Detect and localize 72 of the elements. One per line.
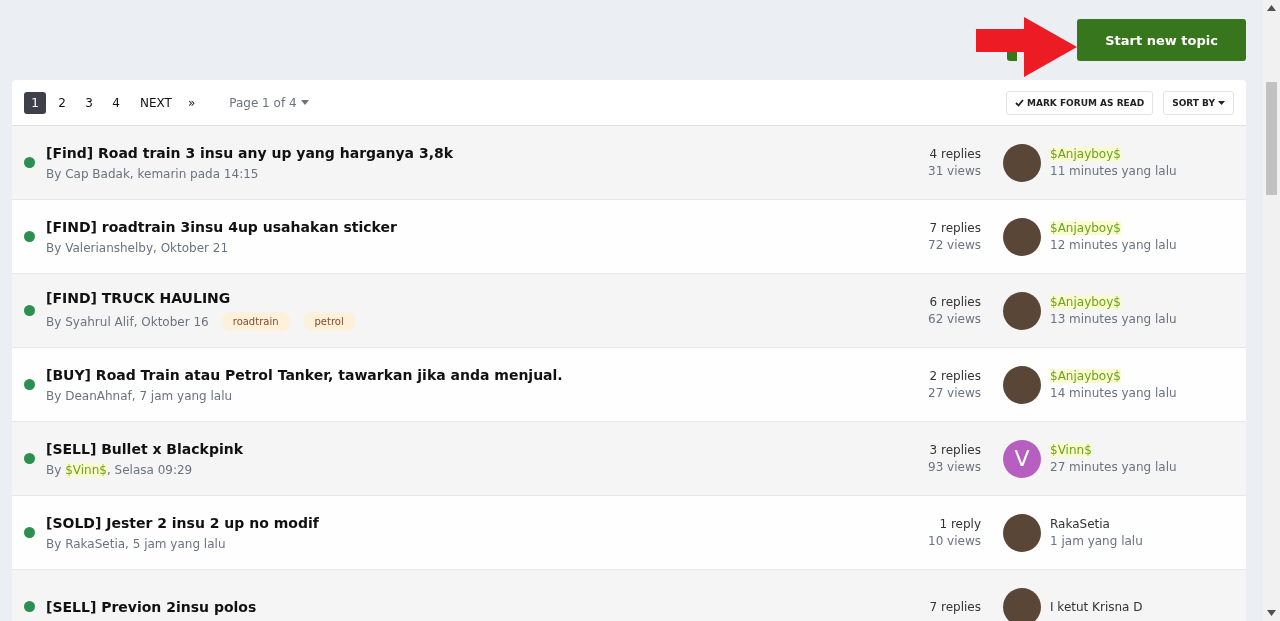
view-count: 62 views bbox=[928, 312, 981, 326]
username-link[interactable]: I ketut Krisna D bbox=[1050, 599, 1143, 614]
check-icon bbox=[1015, 98, 1024, 107]
avatar-photo-placeholder[interactable] bbox=[1003, 365, 1041, 404]
avatar-photo-placeholder[interactable] bbox=[1003, 143, 1041, 182]
post-time: 27 minutes yang lalu bbox=[1050, 460, 1178, 474]
by-label: By bbox=[46, 166, 62, 181]
author-link[interactable]: Cap Badak bbox=[65, 166, 130, 181]
post-time: 12 minutes yang lalu bbox=[1050, 238, 1178, 252]
topic-title[interactable]: [BUY] Road Train atau Petrol Tanker, tawarkan jika anda menjual. bbox=[46, 366, 861, 383]
next-link[interactable]: NEXT bbox=[140, 95, 172, 110]
by-label: By bbox=[46, 388, 62, 403]
page-jump-dropdown[interactable]: Page 1 of 4 bbox=[229, 95, 309, 110]
post-date: , 5 jam yang lalu bbox=[125, 536, 226, 551]
post-date: , kemarin pada 14:15 bbox=[129, 166, 259, 181]
post-date: , 7 jam yang lalu bbox=[131, 388, 233, 403]
post-date: , Oktober 16 bbox=[133, 314, 209, 329]
scroll-up-icon[interactable] bbox=[1267, 5, 1276, 11]
post-date: , Oktober 21 bbox=[153, 240, 229, 255]
page-link[interactable]: 4 bbox=[105, 91, 127, 114]
page-link[interactable]: 3 bbox=[78, 91, 100, 114]
post-time: 11 minutes yang lalu bbox=[1050, 164, 1178, 178]
tag[interactable]: roadtrain bbox=[220, 312, 291, 331]
post-time: 1 jam yang lalu bbox=[1050, 534, 1144, 548]
post-time: 14 minutes yang lalu bbox=[1050, 386, 1178, 400]
last-page-link[interactable]: » bbox=[187, 95, 196, 110]
view-count: 31 views bbox=[928, 164, 981, 178]
author-link[interactable]: Syahrul Alif bbox=[65, 314, 134, 329]
username-link[interactable]: RakaSetia bbox=[1050, 517, 1110, 531]
reply-count: 6 replies bbox=[929, 295, 981, 309]
page-link[interactable]: 2 bbox=[51, 91, 73, 114]
arrow-icon bbox=[976, 17, 1077, 77]
reply-count: 7 replies bbox=[929, 599, 981, 614]
scrollbar[interactable] bbox=[1263, 0, 1280, 621]
view-count: 72 views bbox=[928, 238, 981, 252]
reply-count: 2 replies bbox=[929, 369, 981, 383]
topic-title[interactable]: [Find] Road train 3 insu any up yang harganya 3,8k bbox=[46, 144, 861, 161]
topic-title[interactable]: [SELL] Previon 2insu polos bbox=[46, 598, 861, 615]
author-link[interactable]: RakaSetia bbox=[65, 536, 126, 551]
view-count: 10 views bbox=[928, 534, 981, 548]
topic-title[interactable]: [SOLD] Jester 2 insu 2 up no modif bbox=[46, 514, 861, 531]
caret-icon bbox=[300, 100, 309, 105]
avatar[interactable]: V bbox=[1003, 439, 1041, 478]
avatar-photo-placeholder[interactable] bbox=[1003, 587, 1041, 621]
post-date: , Selasa 09:29 bbox=[106, 462, 193, 477]
author-link[interactable]: DeanAhnaf bbox=[65, 388, 132, 403]
reply-count: 1 reply bbox=[939, 517, 981, 531]
reply-count: 7 replies bbox=[929, 221, 981, 235]
avatar-photo-placeholder[interactable] bbox=[1003, 217, 1041, 256]
scrollbar-thumb[interactable] bbox=[1266, 82, 1277, 195]
caret-icon bbox=[1218, 100, 1225, 105]
view-count: 93 views bbox=[928, 460, 981, 474]
start-topic-button[interactable]: Start new topic bbox=[1077, 19, 1246, 61]
scroll-down-icon[interactable] bbox=[1267, 610, 1276, 616]
by-label: By bbox=[46, 462, 62, 477]
avatar-photo-placeholder[interactable] bbox=[1003, 291, 1041, 330]
page-link[interactable]: 1 bbox=[24, 91, 46, 114]
avatar-photo-placeholder[interactable] bbox=[1003, 513, 1041, 552]
tag[interactable]: petrol bbox=[302, 312, 356, 331]
topic-title[interactable]: [FIND] roadtrain 3insu 4up usahakan sticker bbox=[46, 218, 861, 235]
view-count: 27 views bbox=[928, 386, 981, 400]
sort-button[interactable]: SORT BY bbox=[1163, 90, 1234, 115]
post-time: 13 minutes yang lalu bbox=[1050, 312, 1178, 326]
topic-title[interactable]: [FIND] TRUCK HAULING bbox=[46, 290, 861, 306]
by-label: By bbox=[46, 314, 62, 329]
author-link[interactable]: Valerianshelby bbox=[65, 240, 154, 255]
by-label: By bbox=[46, 536, 62, 551]
topic-title[interactable]: [SELL] Bullet x Blackpink bbox=[46, 440, 861, 457]
reply-count: 4 replies bbox=[929, 147, 981, 161]
reply-count: 3 replies bbox=[929, 443, 981, 457]
mark-read-button[interactable]: MARK FORUM AS READ bbox=[1006, 90, 1154, 115]
by-label: By bbox=[46, 240, 62, 255]
